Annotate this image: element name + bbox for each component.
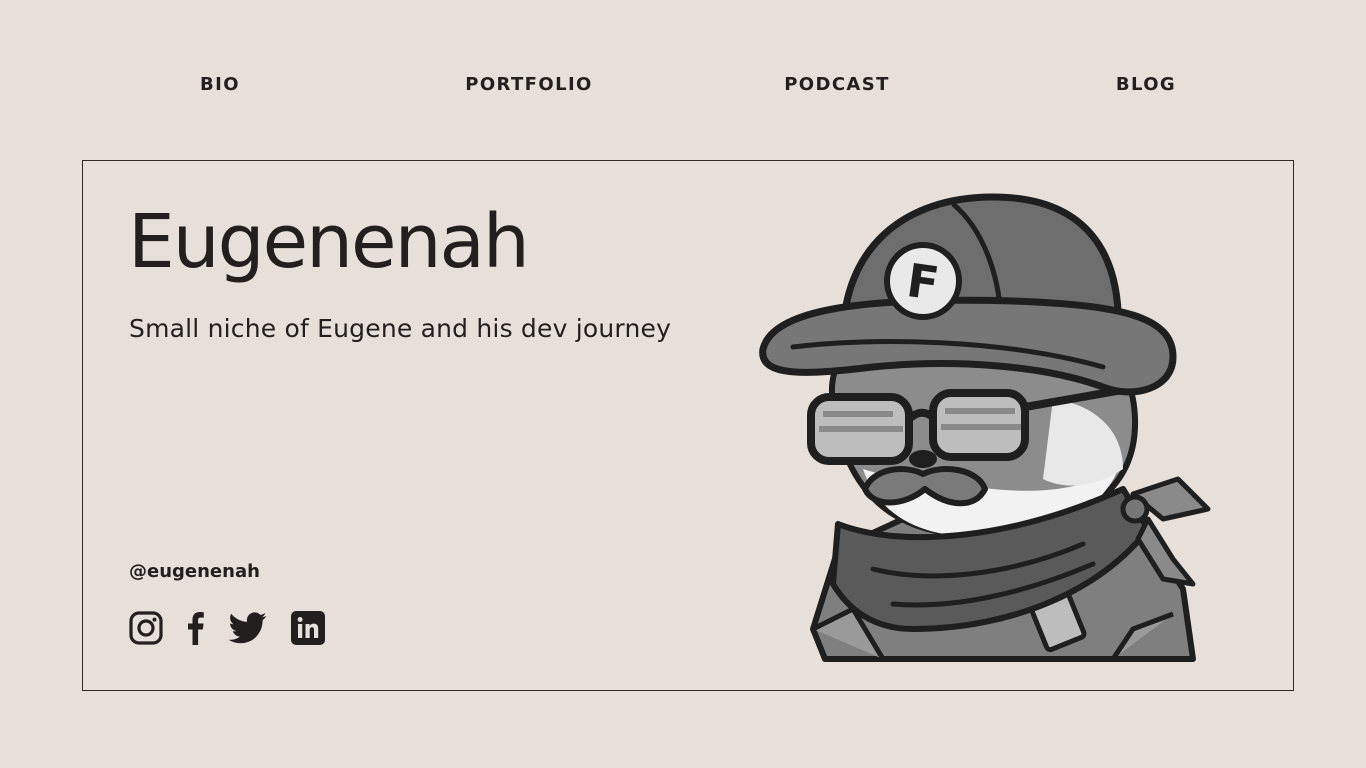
mascot-illustration: F <box>759 193 1211 662</box>
hero-card: Eugenenah Small niche of Eugene and his … <box>82 160 1294 691</box>
social-links <box>129 610 349 646</box>
instagram-icon[interactable] <box>129 611 163 645</box>
social-handle: @eugenenah <box>129 561 260 582</box>
nav-link-blog[interactable]: BLOG <box>1046 74 1246 95</box>
site-title: Eugenenah <box>128 199 530 285</box>
nav-link-portfolio[interactable]: PORTFOLIO <box>429 74 629 95</box>
nav-link-bio[interactable]: BIO <box>120 74 320 95</box>
facebook-icon[interactable] <box>187 611 205 645</box>
twitter-icon[interactable] <box>229 612 267 644</box>
site-tagline: Small niche of Eugene and his dev journe… <box>129 314 672 343</box>
linkedin-icon[interactable] <box>291 611 325 645</box>
nav-link-podcast[interactable]: PODCAST <box>737 74 937 95</box>
